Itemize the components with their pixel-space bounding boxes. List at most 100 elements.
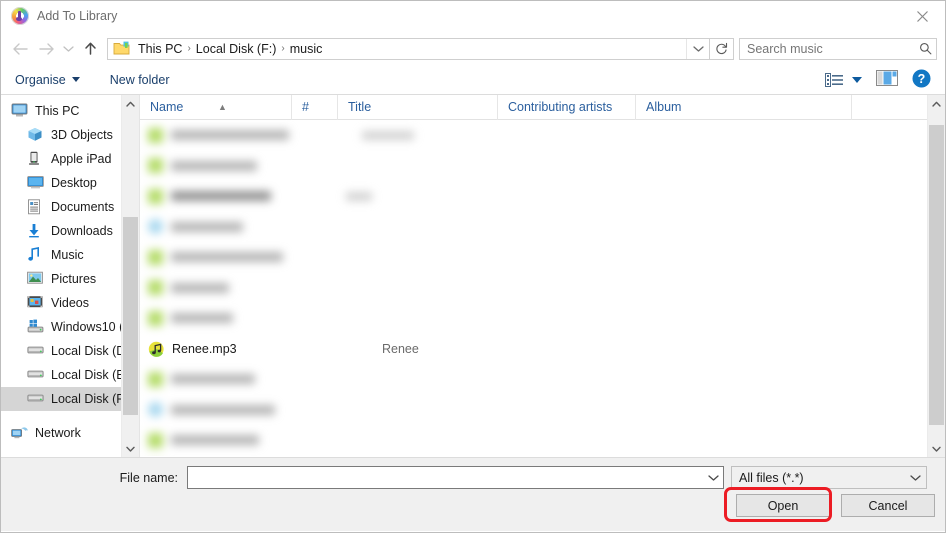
drive-icon [27,343,45,359]
search-icon[interactable] [914,42,936,55]
mp3-file-icon [148,341,165,357]
music-icon [27,247,45,263]
column-label: Name [150,99,184,114]
folder-icon [113,41,130,56]
caret-down-icon [71,77,80,82]
search-input[interactable]: Search music [740,42,914,56]
table-row[interactable] [140,364,945,395]
videos-icon [27,295,45,311]
documents-icon [27,199,45,215]
breadcrumb-local-disk-f[interactable]: Local Disk (F:) [192,42,281,56]
preview-pane-button[interactable] [876,70,898,89]
scroll-up-button[interactable] [928,95,945,112]
open-button[interactable]: Open [736,494,830,517]
table-row[interactable] [140,425,945,456]
close-icon [916,11,928,22]
cancel-button[interactable]: Cancel [841,494,935,517]
drive-icon [27,391,45,407]
table-row[interactable] [140,181,945,212]
scroll-up-button[interactable] [122,95,139,112]
sidebar-item-label: Apple iPad [51,152,112,166]
up-button[interactable] [77,36,103,62]
column-header-name[interactable]: Name ▲ [140,95,292,120]
table-row[interactable] [140,303,945,334]
help-button[interactable]: ? [912,69,931,91]
table-row[interactable] [140,456,945,457]
sidebar-item-label: Network [35,426,81,440]
column-header-title[interactable]: Title [338,95,498,120]
sidebar-item-downloads[interactable]: Downloads [1,219,139,243]
table-row[interactable] [140,242,945,273]
view-layout-icon [825,72,843,87]
sidebar-item-desktop[interactable]: Desktop [1,171,139,195]
column-header-contributing-artists[interactable]: Contributing artists [498,95,636,120]
this-pc-icon [11,103,29,119]
refresh-button[interactable] [710,37,734,60]
file-name-input[interactable] [187,466,724,489]
back-button[interactable] [7,36,33,62]
breadcrumb-music[interactable]: music [286,42,327,56]
chevron-down-icon [932,446,941,452]
file-name-cell[interactable]: Renee.mp3 [140,341,330,357]
table-row-renee-mp3[interactable]: Renee.mp3 Renee [140,334,945,365]
recent-locations-button[interactable] [59,36,77,62]
organise-label: Organise [15,72,66,87]
table-row[interactable] [140,151,945,182]
sidebar-item-pictures[interactable]: Pictures [1,267,139,291]
table-row[interactable] [140,120,945,151]
sidebar-item-documents[interactable]: Documents [1,195,139,219]
dialog-body: This PC 3D Objects Apple iPad Desktop Do… [1,95,945,457]
forward-arrow-icon [38,42,54,55]
column-label: Album [646,99,682,114]
forward-button[interactable] [33,36,59,62]
filter-dropdown-button[interactable] [904,474,926,482]
sidebar-item-label: Downloads [51,224,113,238]
sidebar-item-3d-objects[interactable]: 3D Objects [1,123,139,147]
file-rows: Renee.mp3 Renee [140,120,945,456]
ipad-icon [27,151,45,167]
file-type-filter-dropdown[interactable]: All files (*.*) [731,466,927,489]
column-label: Title [348,99,372,114]
scroll-down-button[interactable] [122,440,139,457]
address-bar[interactable]: This PC › Local Disk (F:) › music [107,37,710,60]
up-arrow-icon [84,42,96,55]
sidebar-item-label: Local Disk (E: [51,368,129,382]
column-label: Contributing artists [508,99,613,114]
breadcrumb-this-pc[interactable]: This PC [134,42,186,56]
sidebar-item-local-disk-e[interactable]: Local Disk (E: [1,363,139,387]
sidebar-item-this-pc[interactable]: This PC [1,99,139,123]
table-row[interactable] [140,212,945,243]
view-options-button[interactable] [825,72,862,87]
sidebar-item-windows10-drive[interactable]: Windows10 ( [1,315,139,339]
sidebar-item-videos[interactable]: Videos [1,291,139,315]
scroll-down-button[interactable] [928,440,945,457]
new-folder-button[interactable]: New folder [110,71,178,89]
file-name-label: File name: [119,470,178,485]
sidebar-scrollbar[interactable] [121,95,139,457]
sidebar-item-local-disk-d[interactable]: Local Disk (D [1,339,139,363]
pictures-icon [27,271,45,287]
address-dropdown-button[interactable] [686,38,709,59]
table-row[interactable] [140,395,945,426]
redacted-rows-below [140,364,945,456]
sidebar-item-apple-ipad[interactable]: Apple iPad [1,147,139,171]
sidebar-item-local-disk-f[interactable]: Local Disk (F: [1,387,139,411]
column-header-number[interactable]: # [292,95,338,120]
table-row[interactable] [140,273,945,304]
file-list-scroll-thumb[interactable] [929,125,944,425]
sidebar-scroll-thumb[interactable] [123,217,138,415]
sidebar-item-music[interactable]: Music [1,243,139,267]
file-name-dropdown-button[interactable] [703,474,723,482]
sidebar-item-label: Desktop [51,176,97,190]
column-header-album[interactable]: Album [636,95,852,120]
file-list-scrollbar[interactable] [927,95,945,457]
sidebar-item-network[interactable]: Network [1,421,139,445]
file-type-filter-value: All files (*.*) [739,470,804,485]
file-list-pane: Name ▲ # Title Contributing artists Albu… [139,95,945,457]
column-headers: Name ▲ # Title Contributing artists Albu… [140,95,945,120]
close-button[interactable] [899,1,945,32]
search-box[interactable]: Search music [739,37,937,60]
organise-button[interactable]: Organise [15,71,88,89]
dialog-footer: File name: All files (*.*) Open Cancel [1,457,945,531]
command-toolbar: Organise New folder ? [1,65,945,95]
